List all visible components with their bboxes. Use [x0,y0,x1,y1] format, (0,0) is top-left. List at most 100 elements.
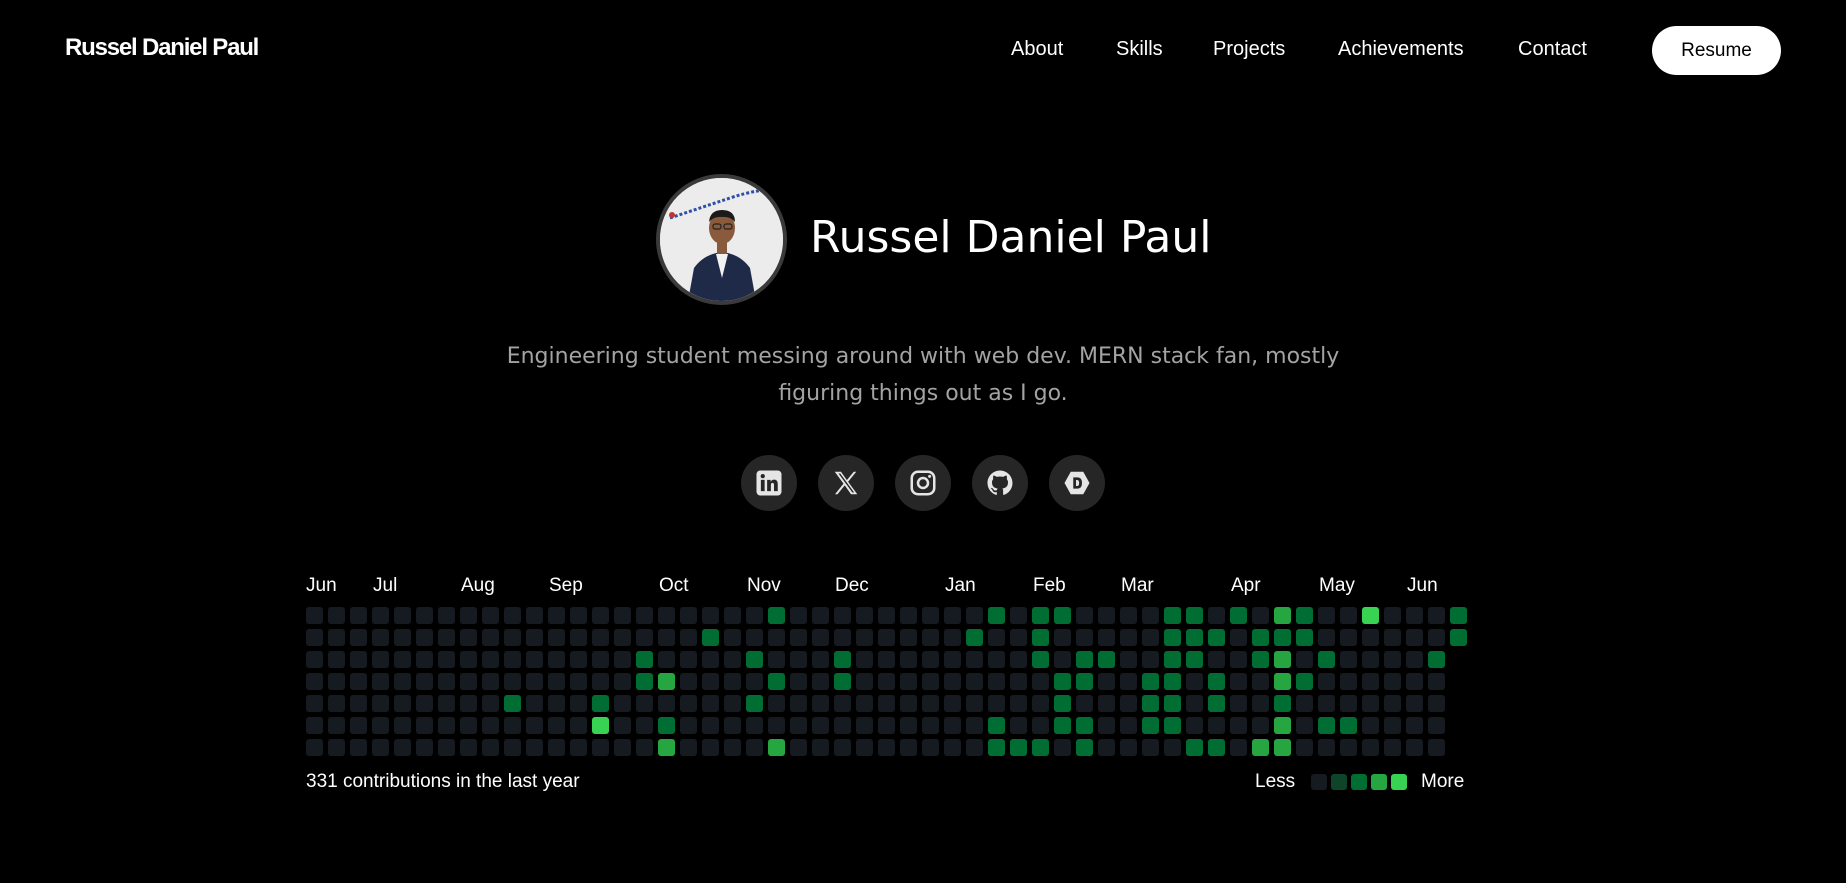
contribution-cell [944,695,961,712]
contribution-cell [1296,673,1313,690]
contribution-cell [1230,717,1247,734]
contribution-cell [658,717,675,734]
contribution-cell [570,717,587,734]
contribution-cell [790,739,807,756]
contribution-cell [372,717,389,734]
contribution-cell [306,629,323,646]
contribution-cell [724,695,741,712]
contribution-cell [1010,607,1027,624]
contribution-cell [350,673,367,690]
nav-link-contact[interactable]: Contact [1518,38,1587,61]
contribution-cell [328,673,345,690]
nav-link-skills[interactable]: Skills [1116,38,1163,61]
contribution-cell [988,673,1005,690]
contribution-cell [856,695,873,712]
instagram-icon [910,470,936,496]
contribution-cell [878,717,895,734]
contribution-cell [394,607,411,624]
contribution-cell [438,695,455,712]
contribution-cell [306,739,323,756]
contribution-cell [504,739,521,756]
contribution-cell [1010,717,1027,734]
contribution-cell [1252,739,1269,756]
x-twitter-link[interactable] [818,455,874,511]
month-label: Jul [373,575,398,596]
dev-link[interactable] [1049,455,1105,511]
contribution-cell [438,629,455,646]
contribution-cell [878,695,895,712]
contribution-cell [1362,673,1379,690]
contribution-cell [614,673,631,690]
contribution-cell [966,739,983,756]
instagram-link[interactable] [895,455,951,511]
nav-link-projects[interactable]: Projects [1213,38,1285,61]
contribution-cell [1098,717,1115,734]
contribution-cell [944,629,961,646]
contribution-cell [636,607,653,624]
contribution-cell [1252,673,1269,690]
contribution-cell [812,695,829,712]
contribution-cell [570,695,587,712]
contribution-cell [394,717,411,734]
contribution-cell [1186,629,1203,646]
contribution-cell [1318,629,1335,646]
contribution-cell [878,739,895,756]
contribution-cell [636,673,653,690]
contribution-cell [1274,673,1291,690]
contribution-cell [526,695,543,712]
contribution-cell [592,695,609,712]
month-label: Oct [659,575,689,596]
linkedin-link[interactable] [741,455,797,511]
contribution-cell [636,739,653,756]
nav-link-about[interactable]: About [1011,38,1063,61]
contribution-cell [1054,739,1071,756]
contribution-cell [1450,607,1467,624]
contribution-cell [1076,607,1093,624]
contribution-cell [1142,607,1159,624]
nav-link-achievements[interactable]: Achievements [1338,38,1464,61]
contribution-cell [702,607,719,624]
contribution-cell [460,695,477,712]
github-link[interactable] [972,455,1028,511]
contribution-cell [922,739,939,756]
contribution-cell [1340,607,1357,624]
contribution-cell [1208,629,1225,646]
contribution-cell [526,739,543,756]
contribution-cell [614,739,631,756]
contribution-cell [768,651,785,668]
resume-button[interactable]: Resume [1652,26,1781,75]
contribution-cell [1296,607,1313,624]
contribution-cell [1032,673,1049,690]
contribution-cell [1230,739,1247,756]
contribution-cell [460,717,477,734]
contribution-cell [1120,673,1137,690]
contribution-cell [592,739,609,756]
contribution-cell [614,695,631,712]
contribution-cell [768,739,785,756]
contribution-cell [1076,673,1093,690]
contribution-cell [614,717,631,734]
contribution-cell [746,607,763,624]
contribution-cell [372,651,389,668]
contribution-cell [944,673,961,690]
contribution-cell [944,739,961,756]
contribution-cell [922,695,939,712]
contribution-cell [1164,651,1181,668]
contribution-cell [1032,651,1049,668]
contribution-cell [1032,695,1049,712]
contribution-cell [1186,695,1203,712]
month-label: Jan [945,575,976,596]
contribution-cell [482,651,499,668]
contribution-cell [1406,695,1423,712]
contribution-cell [460,651,477,668]
contribution-cell [1142,651,1159,668]
contribution-cell [1164,629,1181,646]
contribution-cell [1406,629,1423,646]
contribution-cell [702,717,719,734]
contribution-cell [328,717,345,734]
contribution-cell [724,651,741,668]
top-navbar: Russel Daniel Paul About Skills Projects… [0,0,1846,100]
contribution-cell [724,739,741,756]
contribution-cell [460,739,477,756]
contribution-total: 331 contributions in the last year [306,771,580,792]
